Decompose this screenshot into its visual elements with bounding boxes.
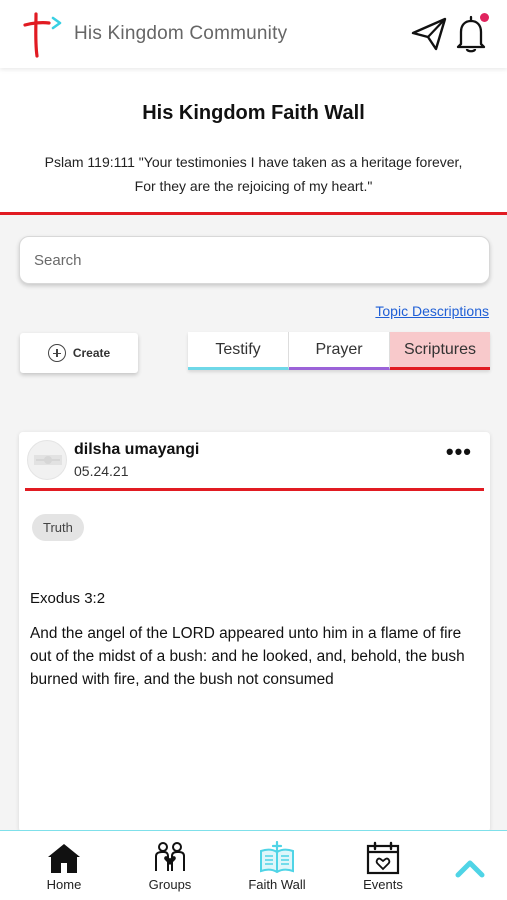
nav-label-home: Home: [46, 877, 82, 892]
bottom-nav: Home Groups Faith Wall Events: [0, 830, 507, 900]
app-title: His Kingdom Community: [74, 23, 288, 44]
tab-scriptures[interactable]: Scriptures: [390, 332, 490, 370]
cross-logo-icon[interactable]: [22, 10, 68, 58]
scripture-reference: Exodus 3:2: [30, 590, 106, 607]
create-label: Create: [72, 346, 111, 360]
scripture-text: And the angel of the LORD appeared unto …: [30, 625, 465, 688]
more-options-icon[interactable]: •••: [446, 441, 472, 463]
search-input[interactable]: [19, 236, 490, 284]
nav-label-faith-wall: Faith Wall: [248, 877, 306, 892]
wall-verse: Pslam 119:111 "Your testimonies I have t…: [20, 150, 487, 198]
nav-item-groups[interactable]: Groups: [130, 841, 210, 892]
events-icon: [366, 841, 400, 875]
tab-prayer[interactable]: Prayer: [289, 332, 390, 370]
post-tag[interactable]: Truth: [32, 514, 84, 541]
faith-wall-icon: [260, 841, 294, 874]
topic-descriptions-link[interactable]: Topic Descriptions: [375, 303, 489, 319]
notification-badge: [480, 13, 489, 22]
post-date: 05.24.21: [74, 463, 129, 479]
category-tabs: Testify Prayer Scriptures: [188, 332, 490, 370]
notification-bell-icon[interactable]: [454, 12, 490, 54]
tab-testify[interactable]: Testify: [188, 332, 289, 370]
nav-item-events[interactable]: Events: [343, 841, 423, 892]
home-icon: [48, 844, 80, 873]
post-author[interactable]: dilsha umayangi: [74, 441, 199, 459]
nav-item-faith-wall[interactable]: Faith Wall: [237, 841, 317, 892]
verse-line-2: For they are the rejoicing of my heart.": [134, 178, 373, 194]
post-card: dilsha umayangi 05.24.21 ••• Truth Exodu…: [19, 432, 490, 832]
create-button[interactable]: Create: [20, 333, 138, 373]
post-divider: [25, 488, 484, 491]
add-circle-icon: [47, 344, 66, 362]
page-title: His Kingdom Faith Wall: [142, 102, 365, 124]
chevron-up-icon[interactable]: [452, 857, 488, 881]
nav-label-groups: Groups: [148, 877, 192, 892]
groups-icon: [155, 842, 185, 871]
avatar[interactable]: [27, 440, 67, 480]
app-header: His Kingdom Community: [0, 0, 507, 68]
send-icon[interactable]: [410, 16, 448, 52]
nav-item-home[interactable]: Home: [24, 841, 104, 892]
nav-label-events: Events: [363, 877, 403, 892]
verse-line-1: Pslam 119:111 "Your testimonies I have t…: [44, 154, 463, 170]
